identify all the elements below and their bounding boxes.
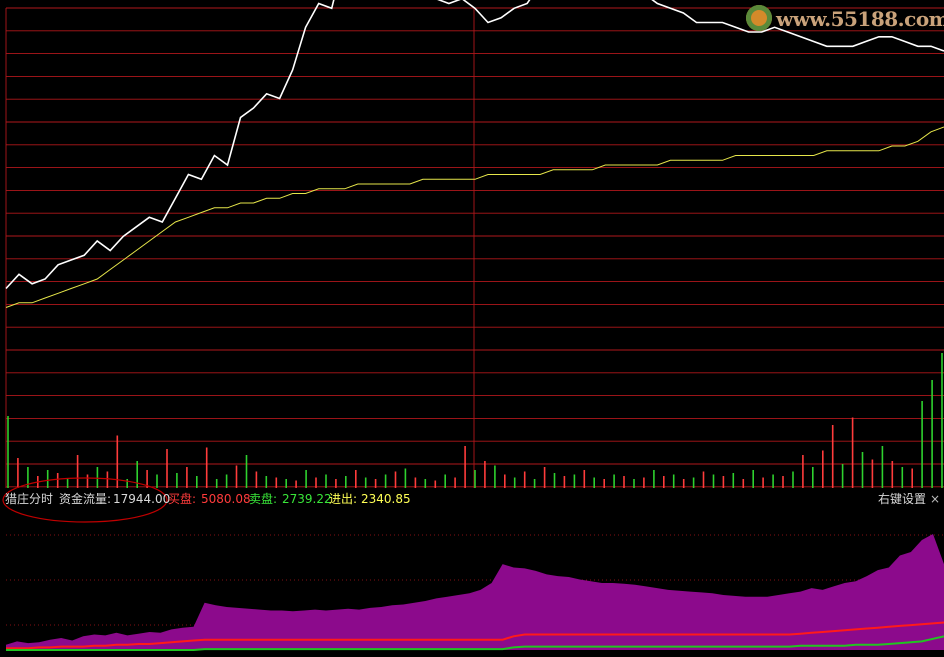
price-grid — [5, 7, 944, 488]
close-icon[interactable]: × — [930, 490, 940, 508]
intraday-chart[interactable] — [0, 0, 944, 657]
net-label: 进出: — [329, 492, 358, 506]
site-watermark: www.55188.com — [742, 3, 944, 35]
buy-label: 买盘: — [168, 492, 197, 506]
flow-value: 17944.00 — [113, 492, 171, 506]
flow-label: 资金流量: — [59, 492, 112, 506]
average-line — [5, 126, 944, 308]
volume-bars — [7, 353, 943, 488]
sell-value: 2739.22 — [282, 492, 332, 506]
watermark-text: www.55188.com — [776, 7, 944, 31]
average-price-line — [5, 126, 944, 308]
indicator-name: 猎庄分时 — [5, 492, 54, 506]
buy-value: 5080.08 — [201, 492, 251, 506]
price-line — [5, 0, 944, 290]
price-line — [5, 0, 944, 290]
money-flow-panel — [6, 534, 944, 651]
indicator-info-bar: 猎庄分时 资金流量: 17944.00 买盘: 5080.08 卖盘: 2739… — [0, 490, 944, 508]
net-value: 2340.85 — [361, 492, 411, 506]
sell-label: 卖盘: — [249, 492, 278, 506]
site-logo-icon — [746, 5, 772, 31]
settings-button[interactable]: 右键设置 — [878, 490, 926, 508]
